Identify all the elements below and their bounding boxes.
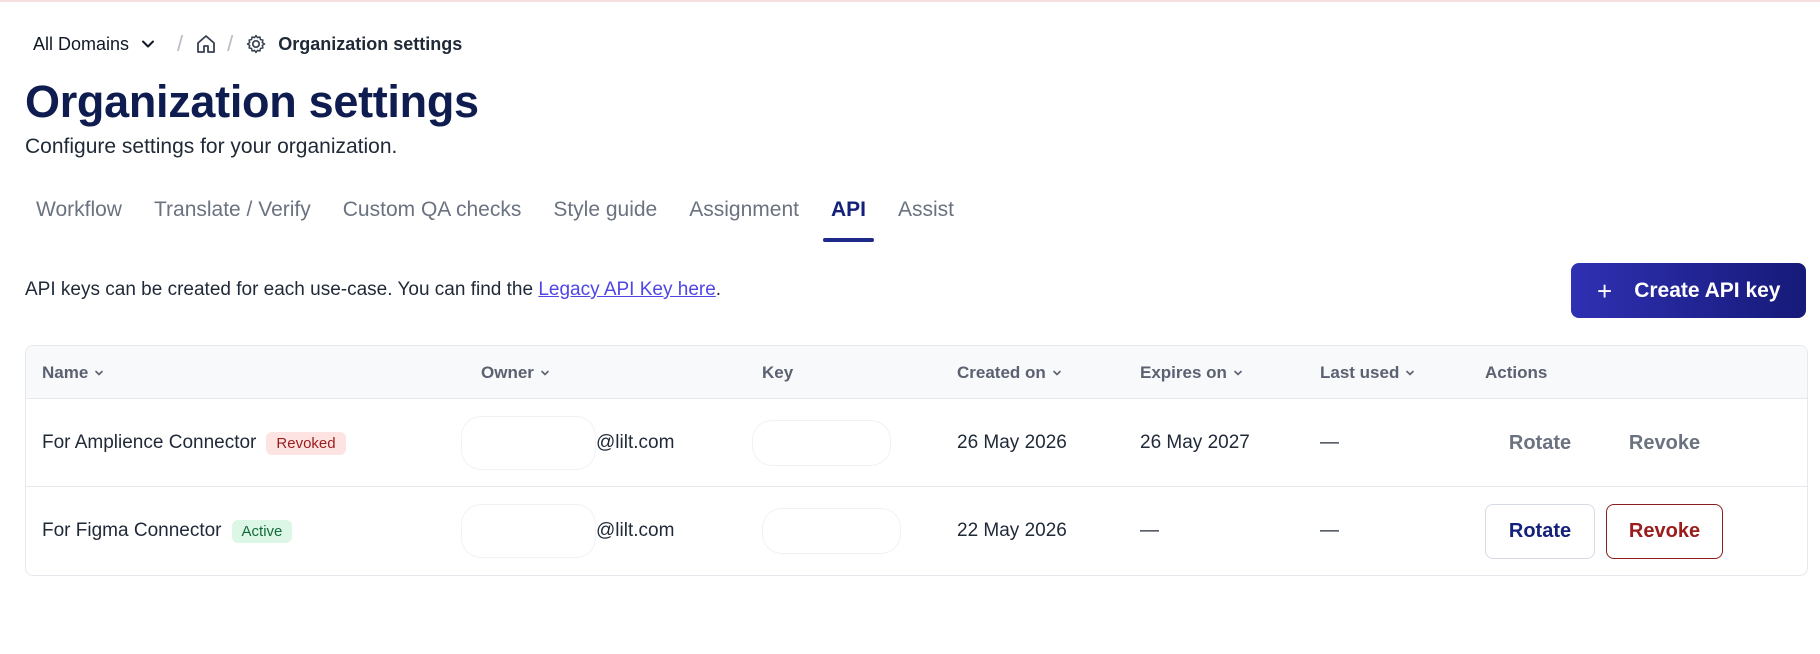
plus-icon: + <box>1597 275 1613 306</box>
page-subtitle: Configure settings for your organization… <box>25 135 398 158</box>
last-used: — <box>1320 432 1339 453</box>
create-api-key-button[interactable]: + Create API key <box>1571 263 1806 318</box>
legacy-api-key-link[interactable]: Legacy API Key here <box>538 279 715 300</box>
created-date: 26 May 2026 <box>957 432 1067 453</box>
rotate-button[interactable]: Rotate <box>1485 415 1595 471</box>
status-badge: Revoked <box>266 431 346 455</box>
row-owner-cell: @lilt.com <box>461 487 674 575</box>
row-actions: Rotate Revoke <box>1485 399 1723 487</box>
key-name: For Figma Connector <box>42 520 222 541</box>
created-date: 22 May 2026 <box>957 520 1067 541</box>
domain-select[interactable]: All Domains <box>33 34 155 55</box>
row-owner-cell: @lilt.com <box>461 399 674 487</box>
column-expires-on[interactable]: Expires on <box>1140 346 1243 399</box>
row-actions: Rotate Revoke <box>1485 487 1723 575</box>
redacted-owner <box>461 504 596 558</box>
breadcrumb-separator: / <box>177 31 184 56</box>
api-info-suffix: . <box>715 279 722 300</box>
chevron-down-icon <box>142 40 155 48</box>
column-last-used[interactable]: Last used <box>1320 346 1415 399</box>
table-row: For Figma Connector Active @lilt.com 22 … <box>26 487 1807 575</box>
page-title: Organization settings <box>25 76 479 127</box>
api-info-message: API keys can be created for each use-cas… <box>25 279 539 300</box>
column-expires-label: Expires on <box>1140 362 1227 382</box>
chevron-down-icon <box>95 370 104 376</box>
expires-date: — <box>1140 520 1159 541</box>
tab-workflow[interactable]: Workflow <box>20 192 138 244</box>
create-api-key-label: Create API key <box>1634 278 1781 302</box>
settings-tabs: Workflow Translate / Verify Custom QA ch… <box>20 192 970 244</box>
column-key: Key <box>762 346 793 399</box>
tab-custom-qa-checks[interactable]: Custom QA checks <box>327 192 538 244</box>
breadcrumb: All Domains / / Organization settings <box>33 30 462 58</box>
top-border <box>0 0 1820 2</box>
column-owner[interactable]: Owner <box>481 346 550 399</box>
domain-select-label: All Domains <box>33 33 130 54</box>
page: All Domains / / Organization settings Or… <box>0 0 1820 654</box>
tab-translate-verify[interactable]: Translate / Verify <box>138 192 327 244</box>
column-created-on[interactable]: Created on <box>957 346 1062 399</box>
column-name-label: Name <box>42 362 89 382</box>
key-name: For Amplience Connector <box>42 432 257 453</box>
table-row: For Amplience Connector Revoked @lilt.co… <box>26 399 1807 487</box>
expires-date: 26 May 2027 <box>1140 432 1250 453</box>
row-key-cell <box>762 487 901 575</box>
chevron-down-icon <box>1406 370 1415 376</box>
gear-icon <box>245 33 267 55</box>
revoke-button[interactable]: Revoke <box>1606 415 1723 471</box>
chevron-down-icon <box>1052 370 1061 376</box>
owner-email: @lilt.com <box>596 520 675 541</box>
column-created-label: Created on <box>957 362 1046 382</box>
column-owner-label: Owner <box>481 362 534 382</box>
rotate-button[interactable]: Rotate <box>1485 503 1595 559</box>
table-header: Name Owner Key Created on Expires on Las… <box>26 346 1807 399</box>
row-key-cell <box>752 399 891 487</box>
tab-style-guide[interactable]: Style guide <box>537 192 673 244</box>
column-last-used-label: Last used <box>1320 362 1400 382</box>
owner-email: @lilt.com <box>596 432 675 453</box>
tab-assist[interactable]: Assist <box>882 192 970 244</box>
status-badge: Active <box>231 519 293 543</box>
column-key-label: Key <box>762 362 794 382</box>
column-name[interactable]: Name <box>42 346 104 399</box>
row-name-cell: For Amplience Connector Revoked <box>42 399 346 487</box>
column-actions: Actions <box>1485 346 1547 399</box>
redacted-owner <box>461 416 596 470</box>
chevron-down-icon <box>541 370 549 376</box>
redacted-key <box>762 508 901 554</box>
tab-api[interactable]: API <box>815 192 882 244</box>
column-actions-label: Actions <box>1485 362 1548 382</box>
chevron-down-icon <box>1234 370 1242 376</box>
breadcrumb-separator: / <box>227 31 234 56</box>
tab-assignment[interactable]: Assignment <box>673 192 815 244</box>
home-icon[interactable] <box>195 33 217 55</box>
redacted-key <box>752 420 891 466</box>
breadcrumb-current: Organization settings <box>278 33 463 54</box>
last-used: — <box>1320 520 1339 541</box>
api-keys-table: Name Owner Key Created on Expires on Las… <box>25 345 1808 576</box>
api-info-text: API keys can be created for each use-cas… <box>25 279 721 301</box>
row-name-cell: For Figma Connector Active <box>42 487 293 575</box>
revoke-button[interactable]: Revoke <box>1606 503 1723 559</box>
